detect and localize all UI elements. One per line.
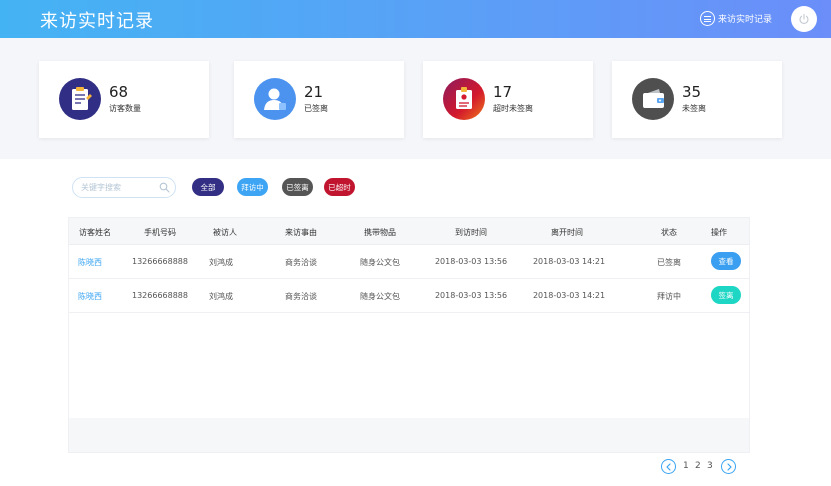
- cell-arrive-time: 2018-03-03 13:56: [434, 257, 508, 266]
- logout-button[interactable]: [791, 6, 817, 32]
- stats-panel: 68 访客数量 21 已签离 17 超时未签离 35 未签离: [0, 38, 831, 159]
- cell-leave-time: 2018-03-03 14:21: [532, 291, 606, 300]
- stat-value: 21: [304, 83, 324, 101]
- chevron-right-icon: [726, 462, 732, 471]
- sign-out-button[interactable]: 签离: [711, 286, 741, 304]
- page-number-2[interactable]: 2: [695, 461, 701, 471]
- power-icon: [799, 13, 809, 24]
- stat-card-signed-out: 21 已签离: [234, 61, 404, 138]
- column-header: 访客姓名: [79, 228, 111, 237]
- column-header: 操作: [711, 228, 727, 237]
- filter-signed-out-button[interactable]: 已签离: [282, 178, 313, 196]
- cell-arrive-time: 2018-03-03 13:56: [434, 291, 508, 300]
- page-number-3[interactable]: 3: [707, 461, 713, 471]
- list-icon: [700, 11, 715, 26]
- cell-status: 拜访中: [657, 292, 681, 301]
- filter-visiting-button[interactable]: 拜访中: [237, 178, 268, 196]
- next-page-button[interactable]: [721, 459, 736, 474]
- stat-label: 已签离: [304, 104, 328, 113]
- column-header: 被访人: [213, 228, 237, 237]
- filter-overtime-button[interactable]: 已超时: [324, 178, 355, 196]
- table-header: 访客姓名 手机号码 被访人 来访事由 携带物品 到访时间 离开时间 状态 操作: [69, 218, 749, 245]
- filter-all-button[interactable]: 全部: [192, 178, 224, 196]
- stat-value: 17: [493, 83, 513, 101]
- stat-label: 超时未签离: [493, 104, 533, 113]
- cell-status: 已签离: [657, 258, 681, 267]
- clipboard-icon: [59, 78, 101, 120]
- column-header: 携带物品: [364, 228, 396, 237]
- cell-phone: 13266668888: [132, 257, 188, 266]
- prev-page-button[interactable]: [661, 459, 676, 474]
- stat-label: 未签离: [682, 104, 706, 113]
- cell-host: 刘鸿成: [209, 292, 233, 301]
- cell-reason: 商务洽谈: [285, 292, 317, 301]
- cell-items: 随身公文包: [360, 292, 400, 301]
- page-title: 来访实时记录: [40, 11, 154, 32]
- search-input[interactable]: [81, 180, 156, 195]
- visitor-table: 访客姓名 手机号码 被访人 来访事由 携带物品 到访时间 离开时间 状态 操作 …: [68, 217, 750, 453]
- cell-host: 刘鸿成: [209, 258, 233, 267]
- stat-card-overtime: 17 超时未签离: [423, 61, 593, 138]
- realtime-record-link[interactable]: 来访实时记录: [700, 11, 772, 26]
- badge-icon: [443, 78, 485, 120]
- chevron-left-icon: [665, 462, 671, 471]
- stat-card-visitors: 68 访客数量: [39, 61, 209, 138]
- realtime-record-label: 来访实时记录: [718, 15, 773, 25]
- column-header: 手机号码: [144, 228, 176, 237]
- visitor-name-link[interactable]: 陈晓西: [78, 291, 102, 302]
- search-icon[interactable]: [159, 182, 170, 193]
- view-button[interactable]: 查看: [711, 252, 741, 270]
- table-footer: [69, 418, 749, 452]
- top-header: 来访实时记录 来访实时记录: [0, 0, 831, 38]
- visitor-name-link[interactable]: 陈晓西: [78, 257, 102, 268]
- stat-value: 68: [109, 83, 129, 101]
- user-icon: [254, 78, 296, 120]
- search-box: [72, 177, 176, 198]
- table-row: 陈晓西 13266668888 刘鸿成 商务洽谈 随身公文包 2018-03-0…: [69, 279, 749, 313]
- stat-card-not-signed-out: 35 未签离: [612, 61, 782, 138]
- cell-leave-time: 2018-03-03 14:21: [532, 257, 606, 266]
- column-header: 离开时间: [551, 228, 583, 237]
- page-number-1[interactable]: 1: [683, 461, 689, 471]
- stat-label: 访客数量: [109, 104, 141, 113]
- column-header: 到访时间: [455, 228, 487, 237]
- wallet-icon: [632, 78, 674, 120]
- cell-items: 随身公文包: [360, 258, 400, 267]
- stat-value: 35: [682, 83, 702, 101]
- cell-reason: 商务洽谈: [285, 258, 317, 267]
- cell-phone: 13266668888: [132, 291, 188, 300]
- column-header: 来访事由: [285, 228, 317, 237]
- column-header: 状态: [661, 228, 677, 237]
- table-row: 陈晓西 13266668888 刘鸿成 商务洽谈 随身公文包 2018-03-0…: [69, 245, 749, 279]
